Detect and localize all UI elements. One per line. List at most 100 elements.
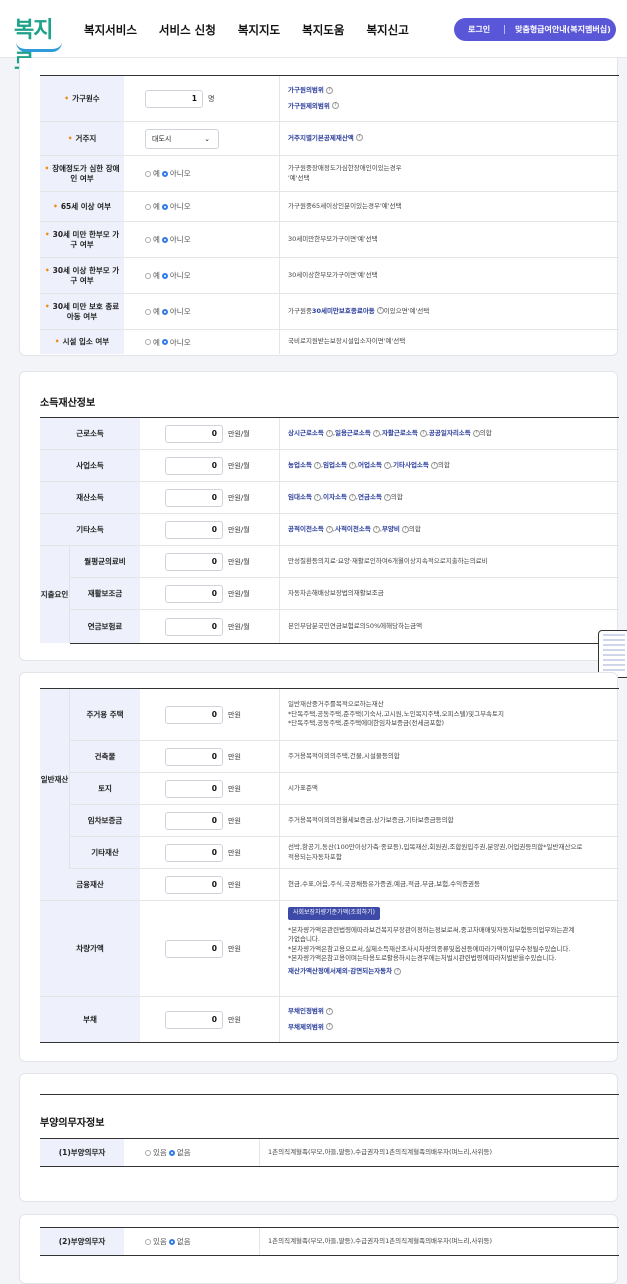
building-input[interactable]: 0 [165, 747, 223, 766]
no-radio[interactable] [161, 339, 168, 345]
support-table-2: (2)부양의무자 있음 없음 1촌의직계혈족(부모,아들,딸등),수급권자의1촌… [40, 1227, 619, 1256]
login-button[interactable]: 로그인 [454, 24, 490, 35]
site-header: 복지로 복지서비스 서비스 신청 복지지도 복지도움 복지신고 로그인 맞춤형급… [0, 0, 627, 75]
yes-radio[interactable] [145, 339, 151, 345]
help-icon[interactable]: ? [394, 967, 402, 975]
row-label: 근로소득 [40, 418, 140, 449]
nav-item-welfare-service[interactable]: 복지서비스 [84, 22, 137, 38]
household-size-input[interactable]: 1 [145, 89, 203, 108]
custom-benefit-guide-button[interactable]: 맞춤형급여안내(복지멤버십) [515, 24, 611, 35]
no-radio[interactable] [161, 170, 168, 177]
row-label: • 거주지 [40, 122, 124, 155]
link[interactable]: 어업소득 [358, 461, 382, 470]
no-radio[interactable] [161, 203, 168, 210]
row-label: • 장애정도가 심한 장애인 여부 [40, 156, 124, 191]
household-range-link[interactable]: 가구원의범위 [288, 86, 324, 94]
earned-income-input[interactable]: 0 [165, 424, 223, 443]
help-icon[interactable]: ? [331, 102, 339, 109]
yes-radio[interactable] [145, 236, 151, 243]
business-income-input[interactable]: 0 [165, 456, 223, 475]
link[interactable]: 연금소득 [358, 493, 382, 502]
row-desc: 현금,수표,어음,주식,국공채등유가증권,예금,적금,부금,보험,수익증권등 [279, 869, 619, 900]
nav-item-welfare-map[interactable]: 복지지도 [238, 22, 280, 38]
has-obligor-radio[interactable] [145, 1238, 151, 1245]
yes-radio[interactable] [145, 308, 151, 315]
other-income-input[interactable]: 0 [165, 520, 223, 539]
value-cell: 0 만원 [165, 837, 241, 868]
value-cell: 0 만원/월 [165, 450, 250, 481]
unit-label: 만원/월 [228, 525, 250, 534]
row-desc: 임대소득?, 이자소득?, 연금소득? 의합 [279, 482, 619, 513]
debt-exclusion-link[interactable]: 부채제외범위 [288, 1023, 324, 1031]
row-label: • 65세 이상 여부 [40, 192, 124, 221]
row-desc: 가구원중30세미만보호종료아동? 이있으면'예'선택 [279, 294, 619, 329]
link[interactable]: 자활근로소득 [382, 429, 418, 438]
link[interactable]: 임업소득 [323, 461, 347, 470]
nav-item-service-apply[interactable]: 서비스 신청 [159, 22, 216, 38]
row-label: • 30세 미만 보호 종료 아동 여부 [40, 294, 124, 329]
land-input[interactable]: 0 [165, 779, 223, 798]
row-label: • 30세 미만 한부모 가구 여부 [40, 222, 124, 257]
top-action-pill: 로그인 맞춤형급여안내(복지멤버십) [454, 18, 616, 41]
vehicle-exemption-link[interactable]: 재산가액산정에서제외·감면되는자동차 [288, 967, 392, 975]
residence-deduction-link[interactable]: 거주지별기본공제재산액 [288, 134, 354, 142]
link[interactable]: 공적이전소득 [288, 525, 324, 534]
link[interactable]: 일용근로소득 [335, 429, 371, 438]
other-property-input[interactable]: 0 [165, 843, 223, 862]
link[interactable]: 상시근로소득 [288, 429, 324, 438]
pension-premium-input[interactable]: 0 [165, 617, 223, 636]
site-logo[interactable]: 복지로 [14, 12, 66, 75]
residential-house-input[interactable]: 0 [165, 705, 223, 724]
youth-aftercare-link[interactable]: 30세미만보호종료아동 [312, 307, 375, 315]
row-label: (2)부양의무자 [40, 1228, 124, 1255]
page-preview-thumbnail[interactable] [598, 630, 627, 678]
nav-item-welfare-report[interactable]: 복지신고 [366, 22, 408, 38]
link[interactable]: 임대소득 [288, 493, 312, 502]
has-obligor-radio[interactable] [145, 1149, 151, 1156]
table-row: 사업소득 0 만원/월 농업소득?, 임업소득?, 어업소득?, 기타사업소득? 의합 [40, 450, 619, 482]
property-table: 일반재산 주거용 주택 0 만원 일반재산중거주를목적으로하는재산 *단독주택,공동… [40, 688, 619, 1043]
property-income-input[interactable]: 0 [165, 488, 223, 507]
help-icon[interactable]: ? [325, 1007, 333, 1015]
help-icon[interactable]: ? [376, 307, 384, 315]
help-icon[interactable]: ? [355, 134, 363, 142]
unit-label: 만원/월 [228, 557, 250, 566]
link[interactable]: 사적이전소득 [335, 525, 371, 534]
unit-label: 만원 [228, 784, 241, 793]
vehicle-standard-lookup-button[interactable]: 사회보장차량기준가액(조회하기) [288, 907, 380, 920]
rehab-subsidy-input[interactable]: 0 [165, 584, 223, 603]
no-obligor-radio[interactable] [168, 1238, 175, 1245]
nav-item-welfare-help[interactable]: 복지도움 [302, 22, 344, 38]
main-nav: 복지서비스 서비스 신청 복지지도 복지도움 복지신고 [84, 22, 409, 38]
no-radio[interactable] [161, 308, 168, 315]
row-label: 주거용 주택 [70, 689, 140, 740]
yes-radio[interactable] [145, 272, 151, 279]
vehicle-value-input[interactable]: 0 [165, 939, 223, 958]
yes-radio[interactable] [145, 170, 151, 177]
row-desc: 부채인정범위? 부채제외범위? [279, 997, 619, 1042]
no-radio[interactable] [161, 272, 168, 279]
row-label: 임차보증금 [70, 805, 140, 836]
help-icon[interactable]: ? [325, 1023, 333, 1030]
link[interactable]: 공공일자리소득 [429, 429, 471, 438]
yes-radio[interactable] [145, 203, 151, 210]
link[interactable]: 이자소득 [323, 493, 347, 502]
financial-property-input[interactable]: 0 [165, 875, 223, 894]
no-obligor-radio[interactable] [168, 1149, 175, 1156]
debt-recognition-link[interactable]: 부채인정범위 [288, 1007, 324, 1015]
value-cell: 대도시 ⌄ [145, 122, 219, 155]
link[interactable]: 농업소득 [288, 461, 312, 470]
lease-deposit-input[interactable]: 0 [165, 811, 223, 830]
no-radio[interactable] [161, 236, 168, 243]
help-icon[interactable]: ? [325, 86, 333, 94]
medical-expense-input[interactable]: 0 [165, 552, 223, 571]
residence-select[interactable]: 대도시 ⌄ [145, 128, 219, 149]
value-cell: 0 만원 [165, 741, 241, 772]
debt-input[interactable]: 0 [165, 1010, 223, 1029]
household-exclude-link[interactable]: 가구원제외범위 [288, 102, 330, 110]
table-row: 건축물 0 만원 주거용목적이외의주택,건물,시설물등의합 [70, 741, 619, 773]
link[interactable]: 부양비 [382, 525, 400, 534]
link[interactable]: 기타사업소득 [393, 461, 429, 470]
row-desc: 상시근로소득?, 일용근로소득?, 자활근로소득?, 공공일자리소득? 의합 [279, 418, 619, 449]
unit-label: 만원 [228, 816, 241, 825]
